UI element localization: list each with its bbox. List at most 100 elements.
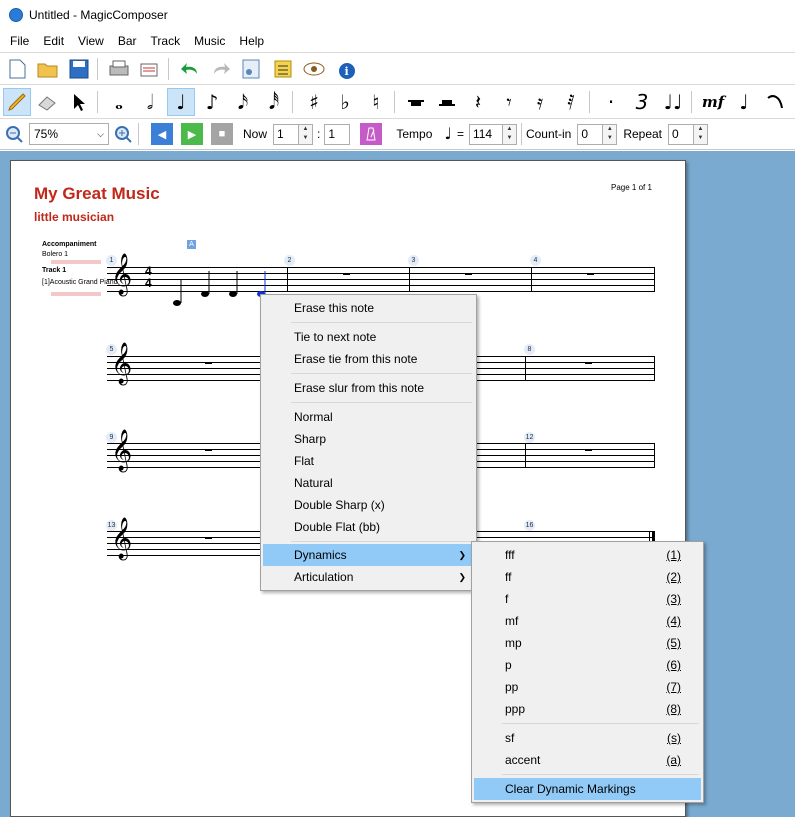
menu-help[interactable]: Help (232, 31, 271, 51)
menu-tie-next[interactable]: Tie to next note (263, 326, 474, 348)
eraser-icon[interactable] (34, 88, 62, 116)
menu-sharp[interactable]: Sharp (263, 428, 474, 450)
sharp-icon[interactable]: ♯ (300, 88, 328, 116)
menu-music[interactable]: Music (187, 31, 232, 51)
zoom-in-icon[interactable] (112, 120, 134, 148)
menu-erase-slur[interactable]: Erase slur from this note (263, 377, 474, 399)
shortcut-key: (4) (666, 614, 681, 628)
flat-icon[interactable]: ♭ (331, 88, 359, 116)
menu-double-sharp[interactable]: Double Sharp (x) (263, 494, 474, 516)
dynamics-f[interactable]: f (3) (474, 588, 701, 610)
accompaniment-volume-bar[interactable] (51, 260, 101, 264)
staff-row-1[interactable]: 𝄞 44 (107, 257, 655, 306)
dynamics-ppp[interactable]: ppp (8) (474, 698, 701, 720)
print-icon[interactable] (105, 55, 133, 83)
menu-bar-menu[interactable]: Bar (111, 31, 144, 51)
menu-edit[interactable]: Edit (36, 31, 71, 51)
metronome-button[interactable] (360, 123, 383, 145)
note-group[interactable] (163, 259, 273, 309)
whole-rest[interactable] (205, 537, 212, 539)
dynamics-icon[interactable]: mf (699, 88, 727, 116)
bar-number: 12 (524, 432, 535, 443)
now-bar-field[interactable]: 1 (273, 123, 300, 145)
rehearsal-marker[interactable]: A (187, 240, 196, 249)
now-beat-field[interactable]: 1 (324, 123, 351, 145)
whole-rest[interactable] (585, 449, 592, 451)
slur-icon[interactable] (761, 88, 789, 116)
tempo-spinner[interactable]: ▲ ▼ (502, 123, 517, 145)
natural-icon[interactable]: ♮ (362, 88, 390, 116)
redo-icon[interactable] (207, 55, 235, 83)
song-title[interactable]: My Great Music (34, 184, 160, 204)
dynamics-fff[interactable]: fff (1) (474, 544, 701, 566)
now-bar-spinner[interactable]: ▲ ▼ (299, 123, 314, 145)
quarter-note-icon[interactable]: ♩ (167, 87, 195, 116)
half-note-icon[interactable]: 𝅗𝅥 (136, 88, 164, 116)
view-eye-icon[interactable] (300, 55, 328, 83)
open-folder-icon[interactable] (34, 55, 62, 83)
track-volume-bar[interactable] (51, 292, 101, 296)
undo-icon[interactable] (176, 55, 204, 83)
whole-rest[interactable] (465, 273, 472, 275)
stop-button[interactable]: ■ (211, 123, 233, 145)
tempo-field[interactable]: 114 (468, 123, 503, 145)
rewind-button[interactable]: ◀ (151, 123, 173, 145)
menu-view[interactable]: View (71, 31, 111, 51)
sixteenth-rest-icon[interactable]: 𝄿 (526, 88, 554, 116)
whole-rest[interactable] (585, 362, 592, 364)
dynamics-accent[interactable]: accent (a) (474, 749, 701, 771)
tie-icon[interactable]: ♩♩ (659, 88, 687, 116)
dynamics-pp[interactable]: pp (7) (474, 676, 701, 698)
dynamics-sf[interactable]: sf (s) (474, 727, 701, 749)
dynamics-mp[interactable]: mp (5) (474, 632, 701, 654)
info-icon[interactable]: i (331, 55, 359, 83)
whole-rest[interactable] (205, 449, 212, 451)
menu-double-flat[interactable]: Double Flat (bb) (263, 516, 474, 538)
menu-file[interactable]: File (3, 31, 36, 51)
zoom-select[interactable]: 75% ⌵ (29, 123, 109, 145)
quarter-rest-icon[interactable]: 𝄽 (464, 88, 492, 116)
whole-rest[interactable] (587, 273, 594, 275)
barline (409, 267, 410, 291)
save-icon[interactable] (65, 55, 93, 83)
menu-articulation[interactable]: Articulation ❯ (263, 566, 474, 588)
repeat-field[interactable]: 0 (668, 123, 695, 145)
dynamics-ff[interactable]: ff (2) (474, 566, 701, 588)
whole-rest[interactable] (205, 362, 212, 364)
half-rest-icon[interactable] (433, 88, 461, 116)
repeat-spinner[interactable]: ▲ ▼ (694, 123, 709, 145)
menu-natural[interactable]: Natural (263, 472, 474, 494)
play-button[interactable]: ▶ (181, 123, 203, 145)
menu-erase-note[interactable]: Erase this note (263, 297, 474, 319)
select-arrow-icon[interactable] (65, 88, 93, 116)
menu-normal[interactable]: Normal (263, 406, 474, 428)
eighth-rest-icon[interactable]: 𝄾 (495, 88, 523, 116)
thirty-second-rest-icon[interactable]: 𝅀 (557, 88, 585, 116)
now-label: Now (243, 127, 268, 141)
zoom-out-icon[interactable] (3, 120, 25, 148)
menu-track[interactable]: Track (144, 31, 188, 51)
whole-note-icon[interactable]: 𝅝 (105, 88, 133, 116)
song-subtitle[interactable]: little musician (34, 210, 114, 224)
sixteenth-note-icon[interactable]: 𝅘𝅥𝅯 (229, 88, 257, 116)
new-file-icon[interactable] (3, 55, 31, 83)
dynamics-mf[interactable]: mf (4) (474, 610, 701, 632)
accent-icon[interactable]: ♩ (730, 88, 758, 116)
menu-dynamics[interactable]: Dynamics ❯ (263, 544, 474, 566)
dot-icon[interactable]: · (597, 88, 625, 116)
clear-dynamics[interactable]: Clear Dynamic Markings (474, 778, 701, 800)
import-music-icon[interactable] (238, 55, 266, 83)
whole-rest[interactable] (343, 273, 350, 275)
menu-flat[interactable]: Flat (263, 450, 474, 472)
triplet-icon[interactable]: 3 (628, 88, 656, 116)
countin-field[interactable]: 0 (577, 123, 604, 145)
pencil-icon[interactable] (3, 87, 31, 116)
dynamics-p[interactable]: p (6) (474, 654, 701, 676)
track-properties-icon[interactable] (269, 55, 297, 83)
countin-spinner[interactable]: ▲ ▼ (603, 123, 618, 145)
menu-erase-tie[interactable]: Erase tie from this note (263, 348, 474, 370)
eighth-note-icon[interactable]: ♪ (198, 88, 226, 116)
thirty-second-note-icon[interactable]: 𝅘𝅥𝅰 (260, 88, 288, 116)
print-preview-icon[interactable] (136, 55, 164, 83)
whole-rest-icon[interactable] (402, 88, 430, 116)
